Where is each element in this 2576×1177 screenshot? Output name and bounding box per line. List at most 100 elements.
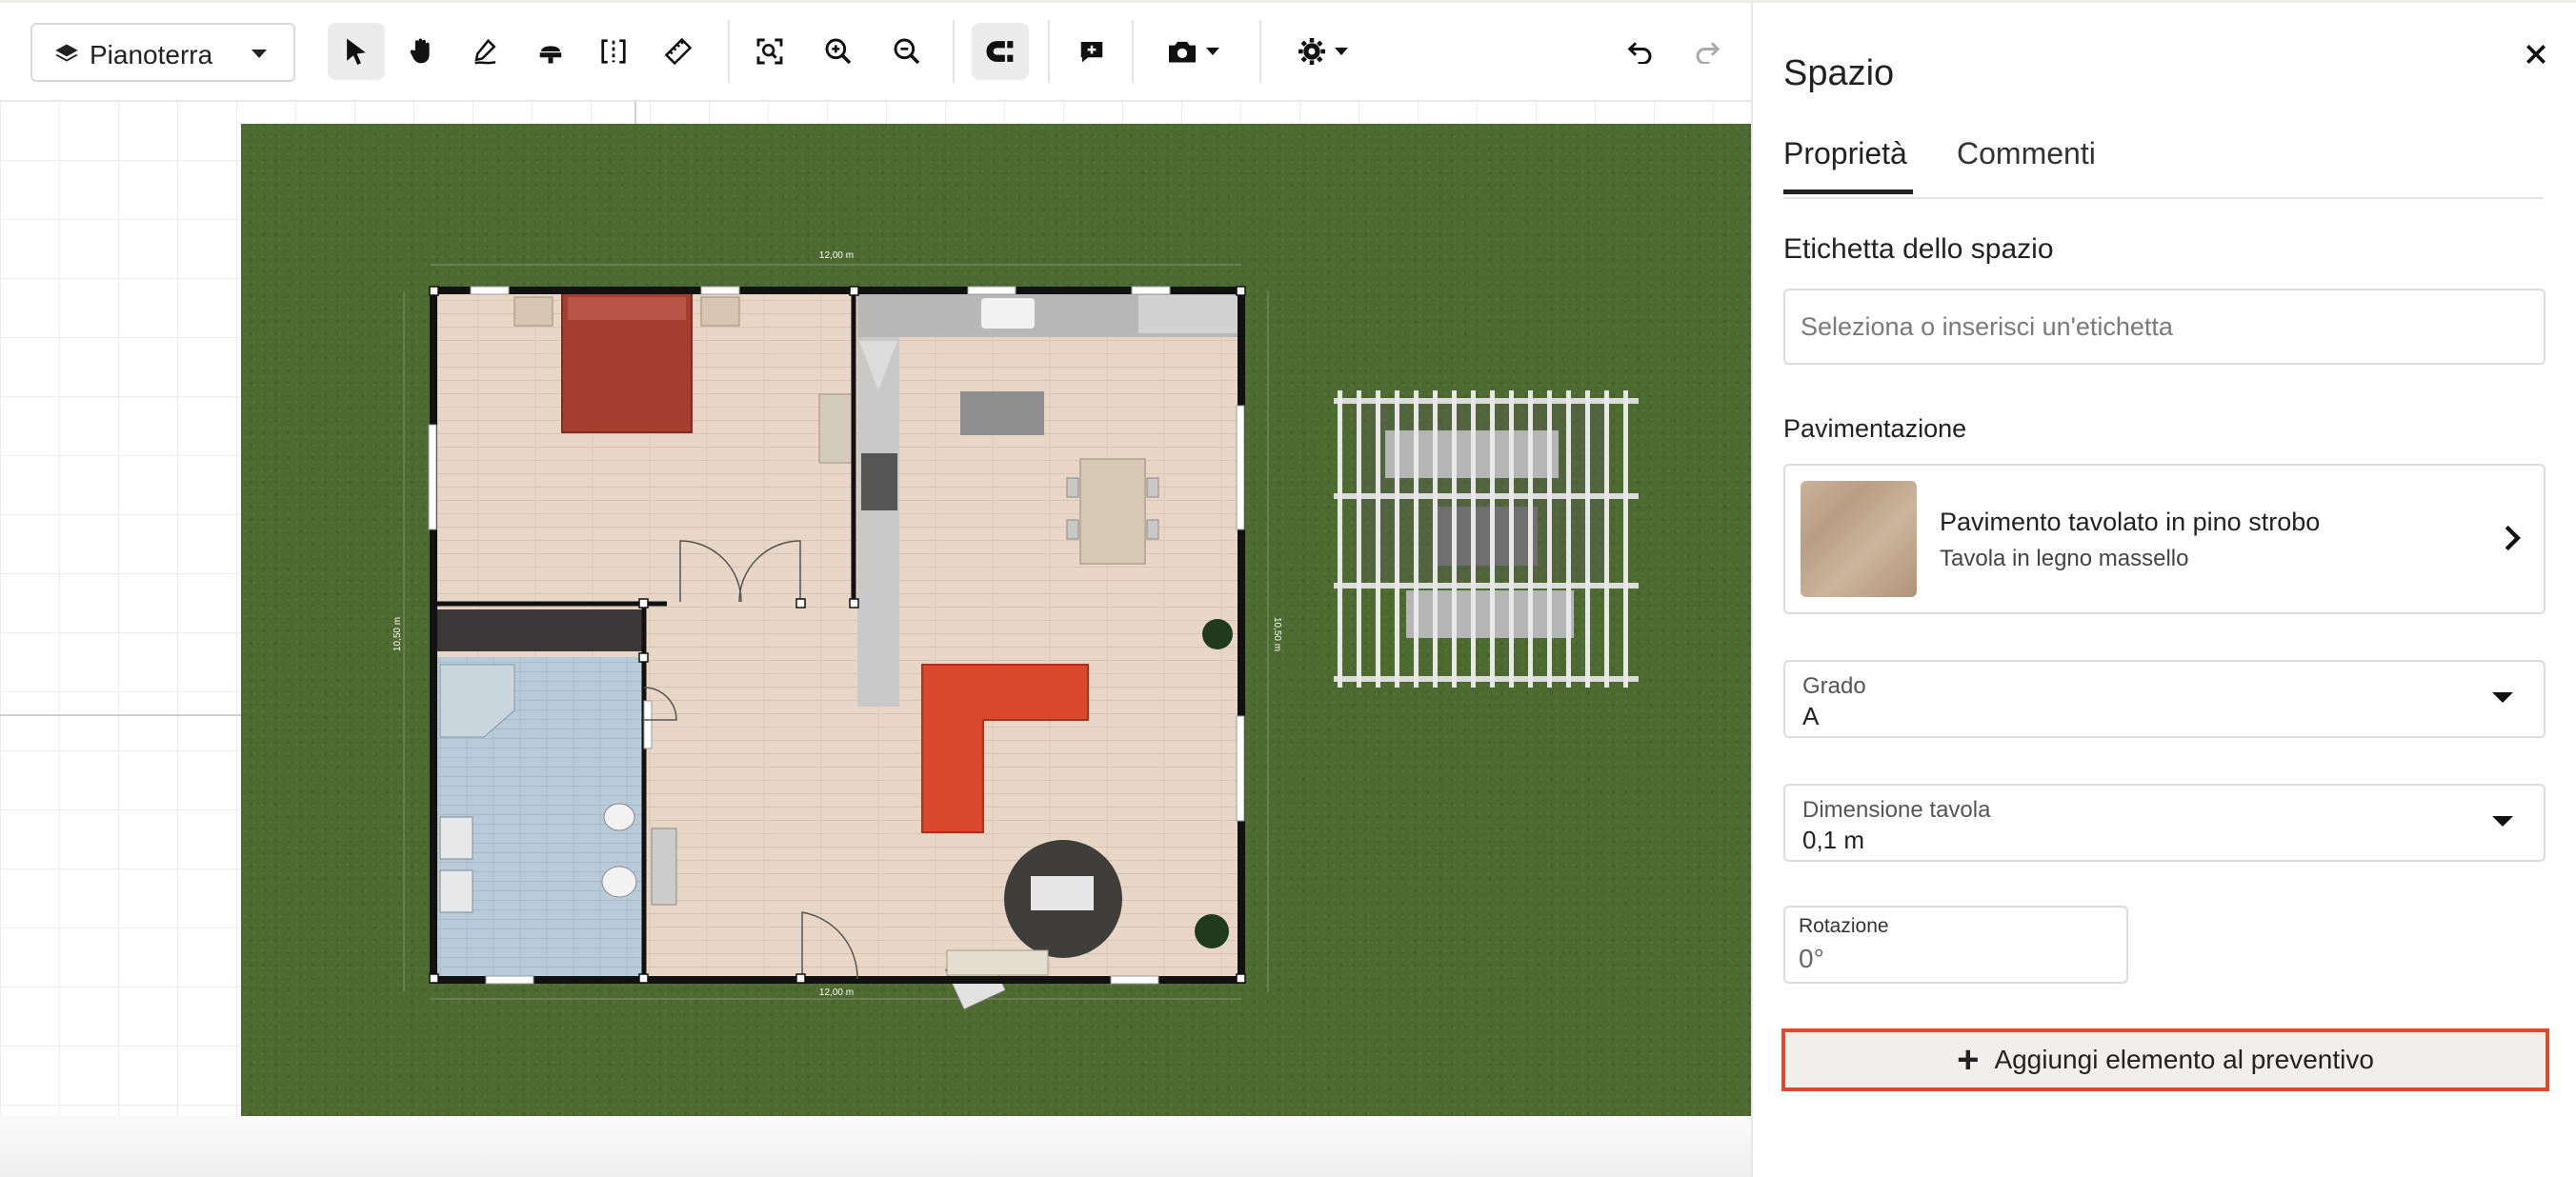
split-icon <box>599 37 628 66</box>
toolbar: Pianoterra <box>0 3 1751 102</box>
kitchen-side-counter <box>857 337 899 707</box>
dimension-top-label: 12,00 m <box>819 250 854 261</box>
kitchen-counter-end <box>1138 295 1238 333</box>
nightstand-right <box>700 296 740 327</box>
fit-view-button[interactable] <box>741 23 798 80</box>
magnet-snap-icon <box>984 37 1016 66</box>
kitchen-island <box>960 391 1044 435</box>
level-selector[interactable]: Pianoterra <box>30 23 295 82</box>
wardrobe <box>818 393 855 464</box>
chevron-down-icon <box>2490 814 2515 834</box>
flooring-subtitle: Tavola in legno massello <box>1940 546 2189 571</box>
zoom-in-button[interactable] <box>810 23 867 80</box>
settings-gear-icon <box>1297 36 1327 67</box>
camera-icon <box>1166 38 1198 65</box>
measure-tool-button[interactable] <box>650 23 707 80</box>
board-size-label: Dimensione tavola <box>1802 797 1991 823</box>
chevron-down-icon <box>1204 46 1221 57</box>
flooring-heading: Pavimentazione <box>1783 414 1967 443</box>
sink-lower <box>439 869 473 913</box>
space-label-input[interactable] <box>1783 289 2546 365</box>
sink-upper <box>439 816 473 860</box>
plant-right <box>1202 619 1233 649</box>
toolbar-divider <box>1048 20 1050 83</box>
select-tool-button[interactable] <box>328 23 385 80</box>
rotation-value[interactable]: 0° <box>1799 944 1824 974</box>
cooktop <box>861 453 897 510</box>
add-to-quote-label: Aggiungi elemento al preventivo <box>1994 1045 2374 1074</box>
draw-wall-button[interactable] <box>457 23 514 80</box>
properties-panel: Spazio Proprietà Commenti Etichetta dell… <box>1751 3 2576 1177</box>
settings-menu-button[interactable] <box>1282 23 1364 80</box>
toolbar-divider <box>1259 20 1261 83</box>
add-comment-icon <box>1077 37 1106 66</box>
undo-button[interactable] <box>1612 23 1669 80</box>
rotation-label: Rotazione <box>1799 915 1889 937</box>
bathroom-cabinet <box>651 828 677 906</box>
design-canvas[interactable]: 12,00 m 12,00 m 10,50 m 10,50 m <box>0 101 1751 1177</box>
grade-dropdown[interactable]: Grado A <box>1783 660 2546 738</box>
chevron-down-icon <box>1333 46 1350 57</box>
grade-value: A <box>1802 702 1820 730</box>
hallway-dark-floor <box>436 609 642 651</box>
paint-tool-button[interactable] <box>522 23 579 80</box>
bed-pillows <box>568 297 686 320</box>
chevron-right-icon <box>2502 523 2523 558</box>
dimension-left-label: 10,50 m <box>392 617 403 651</box>
coffee-table <box>1031 876 1094 910</box>
redo-icon <box>1693 39 1721 64</box>
rotation-field[interactable]: Rotazione 0° <box>1783 906 2128 984</box>
layers-icon <box>53 41 80 72</box>
toilet <box>601 866 637 898</box>
pergola <box>1334 390 1639 688</box>
hand-pan-icon <box>407 36 435 67</box>
kitchen-sink <box>981 298 1035 329</box>
plant-corner <box>1195 914 1229 948</box>
panel-title: Spazio <box>1783 53 1895 93</box>
add-to-quote-button[interactable]: + Aggiungi elemento al preventivo <box>1781 1028 2549 1091</box>
tab-properties[interactable]: Proprietà <box>1783 136 1907 171</box>
dimension-right-label: 10,50 m <box>1272 617 1282 651</box>
snap-toggle-button[interactable] <box>972 23 1029 80</box>
paint-bucket-icon <box>536 37 565 66</box>
split-tool-button[interactable] <box>585 23 642 80</box>
zoom-out-icon <box>892 36 922 67</box>
board-size-dropdown[interactable]: Dimensione tavola 0,1 m <box>1783 784 2546 862</box>
zoom-in-icon <box>823 36 854 67</box>
flooring-material-card[interactable]: Pavimento tavolato in pino strobo Tavola… <box>1783 464 2546 614</box>
dimension-bottom-label: 12,00 m <box>819 987 854 998</box>
tv-console <box>946 949 1049 976</box>
select-arrow-icon <box>342 36 371 67</box>
redo-button[interactable] <box>1679 23 1736 80</box>
add-comment-button[interactable] <box>1063 23 1120 80</box>
flooring-thumbnail <box>1801 481 1917 597</box>
chevron-down-icon <box>250 48 269 66</box>
tab-comments[interactable]: Commenti <box>1957 136 2096 171</box>
camera-menu-button[interactable] <box>1153 23 1235 80</box>
bidet <box>603 803 635 831</box>
active-tab-indicator <box>1783 190 1913 194</box>
zoom-out-button[interactable] <box>878 23 936 80</box>
measure-ruler-icon <box>664 37 693 66</box>
nightstand-left <box>513 296 553 327</box>
fit-view-icon <box>755 36 785 67</box>
toolbar-divider <box>953 20 955 83</box>
panel-tabs: Proprietà Commenti <box>1783 132 2544 199</box>
toolbar-divider <box>728 20 730 83</box>
toolbar-divider <box>1132 20 1134 83</box>
space-label-heading: Etichetta dello spazio <box>1783 233 2054 265</box>
board-size-value: 0,1 m <box>1802 826 1865 854</box>
flooring-name: Pavimento tavolato in pino strobo <box>1940 508 2321 536</box>
close-button[interactable] <box>2517 37 2555 75</box>
dining-table <box>1079 458 1146 565</box>
canvas-bottom-bar <box>0 1116 1751 1177</box>
draw-wall-icon <box>472 37 500 66</box>
close-icon <box>2524 42 2548 71</box>
level-selector-label: Pianoterra <box>90 40 213 70</box>
pan-tool-button[interactable] <box>392 23 450 80</box>
floor-plan[interactable]: 12,00 m 12,00 m 10,50 m 10,50 m <box>0 101 1751 1177</box>
grade-label: Grado <box>1802 673 1866 699</box>
plus-icon: + <box>1957 1039 1980 1081</box>
chevron-down-icon <box>2490 690 2515 710</box>
undo-icon <box>1626 39 1655 64</box>
